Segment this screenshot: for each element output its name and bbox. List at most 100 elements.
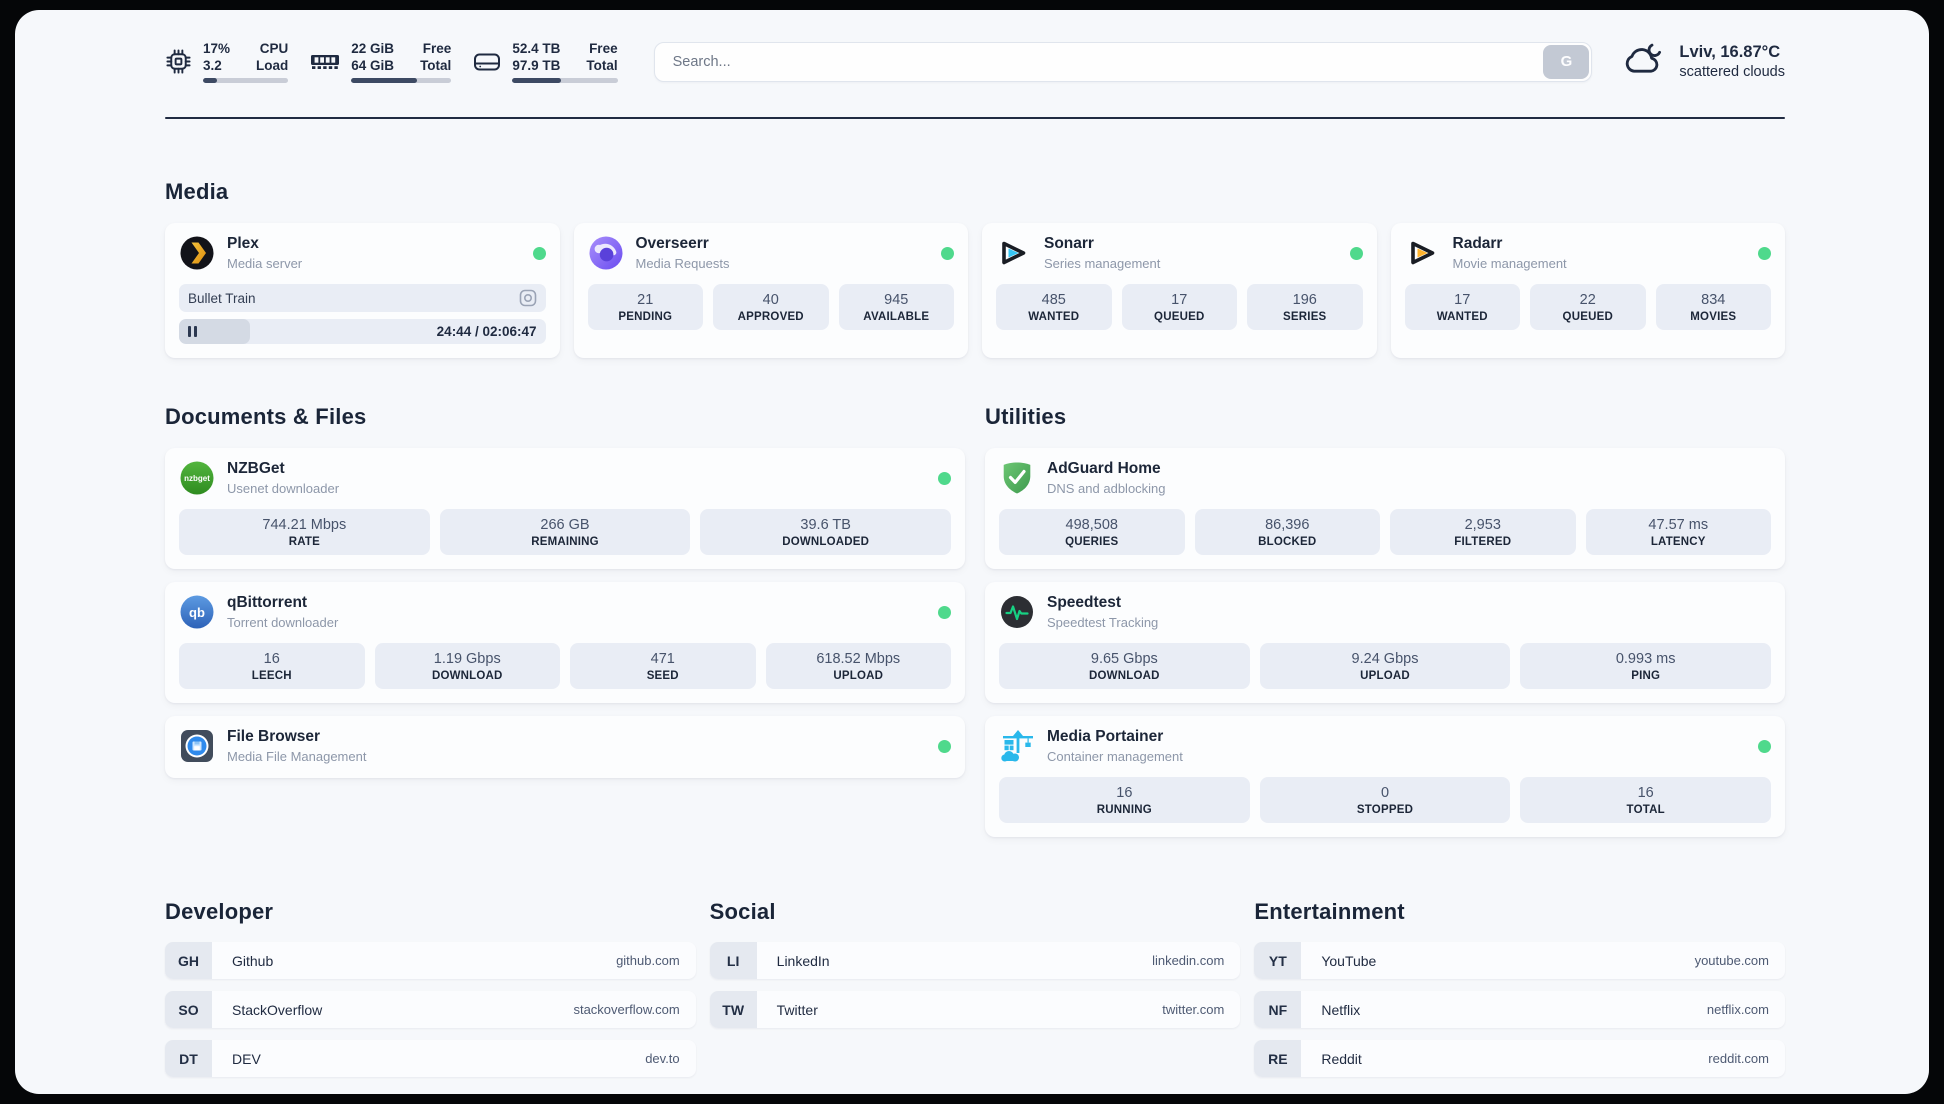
service-description: Series management: [1044, 256, 1161, 271]
stat-latency: 47.57 ms LATENCY: [1585, 509, 1771, 555]
bookmark-linkedin[interactable]: LI LinkedIn linkedin.com: [709, 942, 1241, 979]
pause-icon: [188, 326, 197, 337]
svg-text:qb: qb: [189, 605, 205, 620]
stat-wanted: 17 WANTED: [1404, 284, 1520, 330]
cpu-progress-fill: [203, 78, 218, 83]
stat-upload: 9.24 Gbps UPLOAD: [1259, 643, 1511, 689]
service-name: Sonarr: [1044, 235, 1094, 252]
nzbget-icon: nzbget: [179, 460, 215, 496]
video-camera-icon: [519, 289, 537, 307]
stat-download: 1.19 Gbps DOWNLOAD: [374, 643, 560, 689]
service-name: Overseerr: [635, 235, 709, 252]
stat-upload: 618.52 Mbps UPLOAD: [765, 643, 951, 689]
bookmark-name: Reddit: [1321, 1050, 1362, 1067]
bookmark-group-social: Social LI LinkedIn linkedin.com TW Twitt…: [709, 899, 1241, 1089]
service-heading: AdGuard Home DNS and adblocking: [1047, 460, 1166, 496]
utilities-column: Utilities AdGuard Home DNS and adblockin…: [985, 404, 1785, 837]
stat-wanted: 485 WANTED: [996, 284, 1112, 330]
bookmark-name: LinkedIn: [776, 952, 830, 969]
bookmark-abbr: RE: [1254, 1040, 1302, 1077]
weather-text: Lviv, 16.87°C scattered clouds: [1679, 43, 1785, 80]
service-card-portainer[interactable]: Media Portainer Container management 16 …: [985, 716, 1785, 837]
status-online-dot: [1349, 246, 1363, 260]
stat-queued: 22 QUEUED: [1530, 284, 1646, 330]
radarr-icon: [1405, 235, 1441, 271]
section-title-developer: Developer: [165, 899, 274, 924]
service-description: Speedtest Tracking: [1047, 615, 1159, 630]
bookmark-url: stackoverflow.com: [573, 1002, 680, 1017]
service-card-qbittorrent[interactable]: qb qBittorrent Torrent downloader 16 LEE…: [165, 582, 965, 703]
bookmark-url: netflix.com: [1706, 1002, 1769, 1017]
status-online-dot: [938, 739, 951, 753]
service-name: Radarr: [1452, 235, 1503, 252]
section-title-social: Social: [709, 899, 776, 924]
status-online-dot: [1758, 246, 1771, 260]
service-name: Speedtest: [1047, 594, 1122, 611]
service-card-overseerr[interactable]: Overseerr Media Requests 21 PENDING 40 A…: [573, 223, 968, 358]
memory-monitor: 22 GiB Free 64 GiB Total: [310, 40, 452, 83]
topbar-divider: [165, 117, 1785, 119]
bookmark-group-developer: Developer GH Github github.com SO StackO…: [165, 899, 696, 1089]
service-heading: Media Portainer Container management: [1047, 728, 1183, 764]
playback-progress-bar: 24:44 / 02:06:47: [179, 319, 546, 344]
memory-monitor-body: 22 GiB Free 64 GiB Total: [351, 40, 452, 83]
service-name: Media Portainer: [1047, 728, 1164, 745]
bookmark-stackoverflow[interactable]: SO StackOverflow stackoverflow.com: [165, 991, 696, 1028]
service-heading: Plex Media server: [227, 235, 302, 271]
cpu-monitor-body: 17% CPU 3.2 Load: [203, 40, 289, 83]
bookmark-reddit[interactable]: RE Reddit reddit.com: [1254, 1040, 1785, 1077]
service-heading: Speedtest Speedtest Tracking: [1047, 594, 1158, 630]
bookmark-twitter[interactable]: TW Twitter twitter.com: [709, 991, 1241, 1028]
filebrowser-icon: [179, 728, 215, 764]
bookmark-name: DEV: [232, 1050, 261, 1067]
bookmark-dev[interactable]: DT DEV dev.to: [165, 1040, 696, 1077]
stat-stopped: 0 STOPPED: [1259, 777, 1511, 823]
service-card-filebrowser[interactable]: File Browser Media File Management: [165, 716, 965, 778]
service-name: qBittorrent: [227, 594, 308, 611]
bookmark-abbr: SO: [165, 991, 212, 1028]
service-card-radarr[interactable]: Radarr Movie management 17 WANTED 22 QUE…: [1390, 223, 1785, 358]
memory-free-value: 22 GiB: [351, 41, 395, 56]
media-grid: Plex Media server Bullet Train 24:44 / 0…: [165, 223, 1785, 358]
bookmark-abbr: LI: [709, 942, 757, 979]
adguard-icon: [999, 460, 1035, 496]
overseerr-icon: [588, 235, 624, 271]
service-heading: NZBGet Usenet downloader: [227, 460, 339, 496]
cpu-load-label: Load: [256, 58, 289, 73]
dashboard-page: 17% CPU 3.2 Load 22 GiB Free 64 GiB Tota…: [15, 10, 1929, 1094]
cpu-usage-value: 17%: [203, 41, 231, 56]
service-card-adguard[interactable]: AdGuard Home DNS and adblocking 498,508 …: [985, 448, 1785, 569]
plex-icon: [179, 235, 215, 271]
stat-series: 196 SERIES: [1247, 284, 1363, 330]
cpu-usage-label: CPU: [259, 41, 289, 56]
stat-queries: 498,508 QUERIES: [999, 509, 1185, 555]
bookmark-url: youtube.com: [1694, 953, 1769, 968]
bookmark-youtube[interactable]: YT YouTube youtube.com: [1254, 942, 1785, 979]
stat-ping: 0.993 ms PING: [1520, 643, 1772, 689]
search-provider-button[interactable]: G: [1543, 44, 1590, 79]
memory-progress-fill: [351, 78, 418, 83]
section-title-documents: Documents & Files: [165, 404, 367, 429]
disk-progress-fill: [512, 78, 561, 83]
bookmark-abbr: GH: [165, 942, 212, 979]
service-card-speedtest[interactable]: Speedtest Speedtest Tracking 9.65 Gbps D…: [985, 582, 1785, 703]
bookmark-abbr: NF: [1254, 991, 1302, 1028]
service-heading: Overseerr Media Requests: [636, 235, 730, 271]
service-name: NZBGet: [227, 460, 285, 477]
service-heading: File Browser Media File Management: [227, 728, 366, 764]
bookmark-name: StackOverflow: [232, 1001, 323, 1018]
service-card-sonarr[interactable]: Sonarr Series management 485 WANTED 17 Q…: [982, 223, 1377, 358]
search-input[interactable]: [653, 41, 1593, 82]
bookmark-netflix[interactable]: NF Netflix netflix.com: [1254, 991, 1785, 1028]
stat-queued: 17 QUEUED: [1121, 284, 1237, 330]
service-description: Torrent downloader: [227, 615, 339, 630]
service-card-nzbget[interactable]: nzbget NZBGet Usenet downloader 744.21 M…: [165, 448, 965, 569]
stat-download: 9.65 Gbps DOWNLOAD: [999, 643, 1250, 689]
bookmark-github[interactable]: GH Github github.com: [165, 942, 696, 979]
stat-approved: 40 APPROVED: [713, 284, 829, 330]
bookmark-url: dev.to: [645, 1051, 680, 1066]
service-card-plex[interactable]: Plex Media server Bullet Train 24:44 / 0…: [165, 223, 560, 358]
disk-monitor-body: 52.4 TB Free 97.9 TB Total: [512, 40, 618, 83]
cloud-moon-icon: [1620, 41, 1666, 82]
weather-widget[interactable]: Lviv, 16.87°C scattered clouds: [1620, 41, 1785, 82]
